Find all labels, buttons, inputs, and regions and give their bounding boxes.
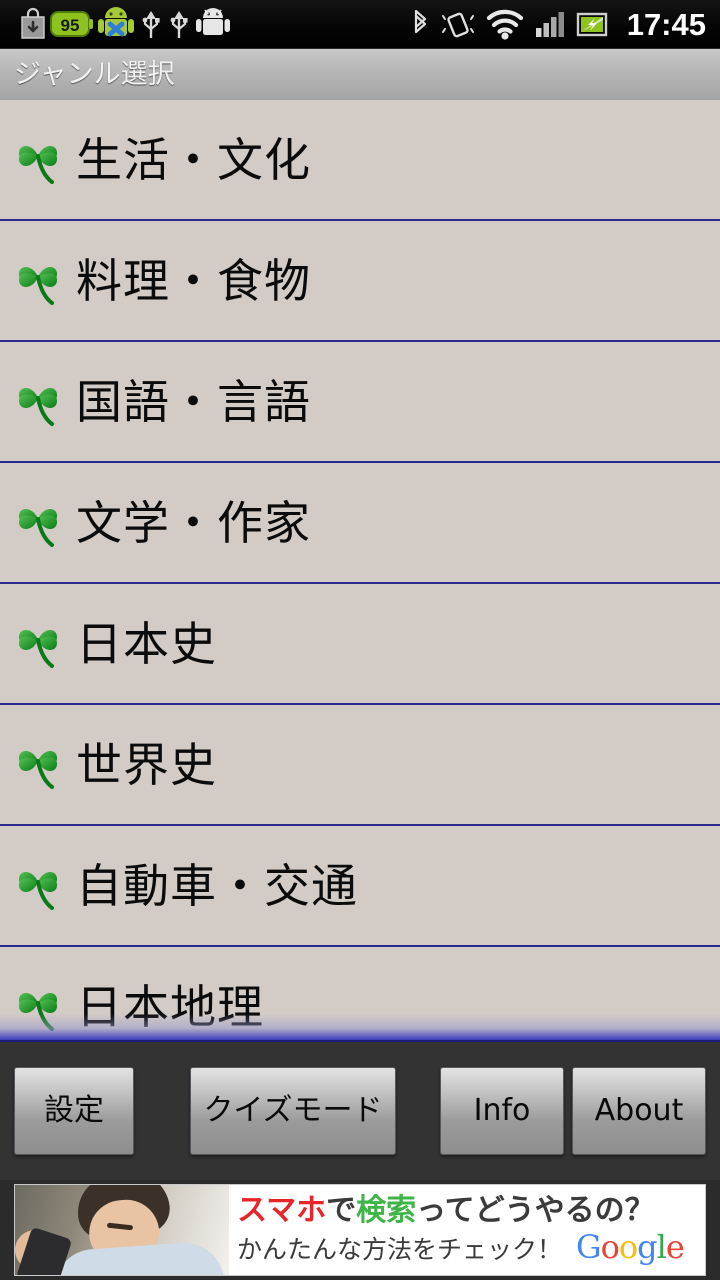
ad-subline-text: かんたんな方法をチェック！	[237, 1235, 563, 1265]
title-bar: ジャンル選択	[0, 48, 720, 100]
quiz-mode-button[interactable]: クイズモード	[190, 1067, 396, 1155]
list-item-label: 世界史	[76, 737, 217, 792]
ad-photo	[15, 1185, 229, 1275]
google-logo-letter: o	[600, 1228, 620, 1267]
clover-icon	[18, 992, 58, 1031]
clover-icon	[18, 750, 58, 789]
status-bar-left-icons: 95	[0, 6, 232, 42]
list-item[interactable]: 日本地理	[0, 947, 720, 1040]
ad-headline-part4: ってどうやるの？	[416, 1192, 655, 1228]
battery-badge-text: 95	[61, 16, 80, 35]
download-bag-icon	[21, 7, 45, 39]
ad-headline: スマホで検索ってどうやるの？	[237, 1195, 695, 1227]
status-bar-right-icons: 17:45	[410, 7, 720, 41]
wifi-icon	[486, 9, 523, 40]
signal-bars-icon	[535, 12, 564, 37]
clover-icon	[18, 508, 58, 547]
list-item[interactable]: 生活・文化	[0, 100, 720, 221]
ad-headline-part1: スマホ	[237, 1192, 327, 1228]
ad-headline-part3: 検索	[356, 1192, 417, 1228]
list-item-label: 日本史	[76, 616, 217, 671]
clover-icon	[18, 871, 58, 910]
clover-icon	[18, 266, 58, 305]
usb-icon	[170, 11, 188, 38]
usb-icon	[142, 11, 160, 38]
ad-text: スマホで検索ってどうやるの？ かんたんな方法をチェック！ Google	[229, 1195, 705, 1265]
battery-charging-icon	[576, 12, 607, 37]
list-item-label: 国語・言語	[76, 374, 311, 429]
google-logo-letter: G	[576, 1228, 602, 1267]
list-item-label: 文学・作家	[76, 495, 311, 550]
list-item-label: 日本地理	[76, 979, 264, 1034]
list-item[interactable]: 国語・言語	[0, 342, 720, 463]
genre-list[interactable]: 生活・文化 料理・食物 国語・言語 文学・作家 日本史 世界史 自動車・交通 日…	[0, 100, 720, 1040]
android-robot-white-icon	[196, 8, 230, 35]
settings-button[interactable]: 設定	[14, 1067, 134, 1155]
bluetooth-icon	[414, 9, 426, 34]
status-bar-clock: 17:45	[626, 6, 706, 42]
clover-icon	[18, 145, 58, 184]
google-logo-letter: l	[656, 1228, 667, 1267]
android-robot-green-icon	[98, 7, 134, 37]
clover-icon	[18, 387, 58, 426]
info-button[interactable]: Info	[440, 1067, 564, 1155]
google-logo-letter: o	[618, 1228, 638, 1267]
google-logo: Google	[576, 1228, 685, 1267]
list-item-label: 料理・食物	[76, 253, 311, 308]
google-logo-letter: e	[665, 1228, 685, 1267]
list-item-label: 生活・文化	[76, 132, 311, 187]
list-item[interactable]: 料理・食物	[0, 221, 720, 342]
phone-screen: 95 17:45 ジャンル選択 生活・文化 料理・食物 国語・言語 文学・作家 …	[0, 0, 720, 1280]
google-logo-letter: g	[637, 1228, 658, 1267]
about-button[interactable]: About	[572, 1067, 706, 1155]
ad-banner-container: スマホで検索ってどうやるの？ かんたんな方法をチェック！ Google	[0, 1180, 720, 1280]
clover-icon	[18, 629, 58, 668]
list-item[interactable]: 日本史	[0, 584, 720, 705]
page-title: ジャンル選択	[14, 59, 175, 90]
list-item[interactable]: 文学・作家	[0, 463, 720, 584]
list-item[interactable]: 世界史	[0, 705, 720, 826]
bottom-button-bar: 設定 クイズモード Info About	[0, 1040, 720, 1180]
ad-photo-shoulder	[51, 1240, 225, 1275]
ad-subline: かんたんな方法をチェック！ Google	[237, 1231, 695, 1265]
list-item-label: 自動車・交通	[76, 858, 358, 913]
status-bar: 95 17:45	[0, 0, 720, 48]
list-item[interactable]: 自動車・交通	[0, 826, 720, 947]
battery-badge-95-icon: 95	[50, 11, 93, 37]
vibrate-icon	[441, 12, 474, 38]
ad-banner[interactable]: スマホで検索ってどうやるの？ かんたんな方法をチェック！ Google	[14, 1184, 706, 1276]
ad-headline-part2: で	[326, 1192, 357, 1228]
